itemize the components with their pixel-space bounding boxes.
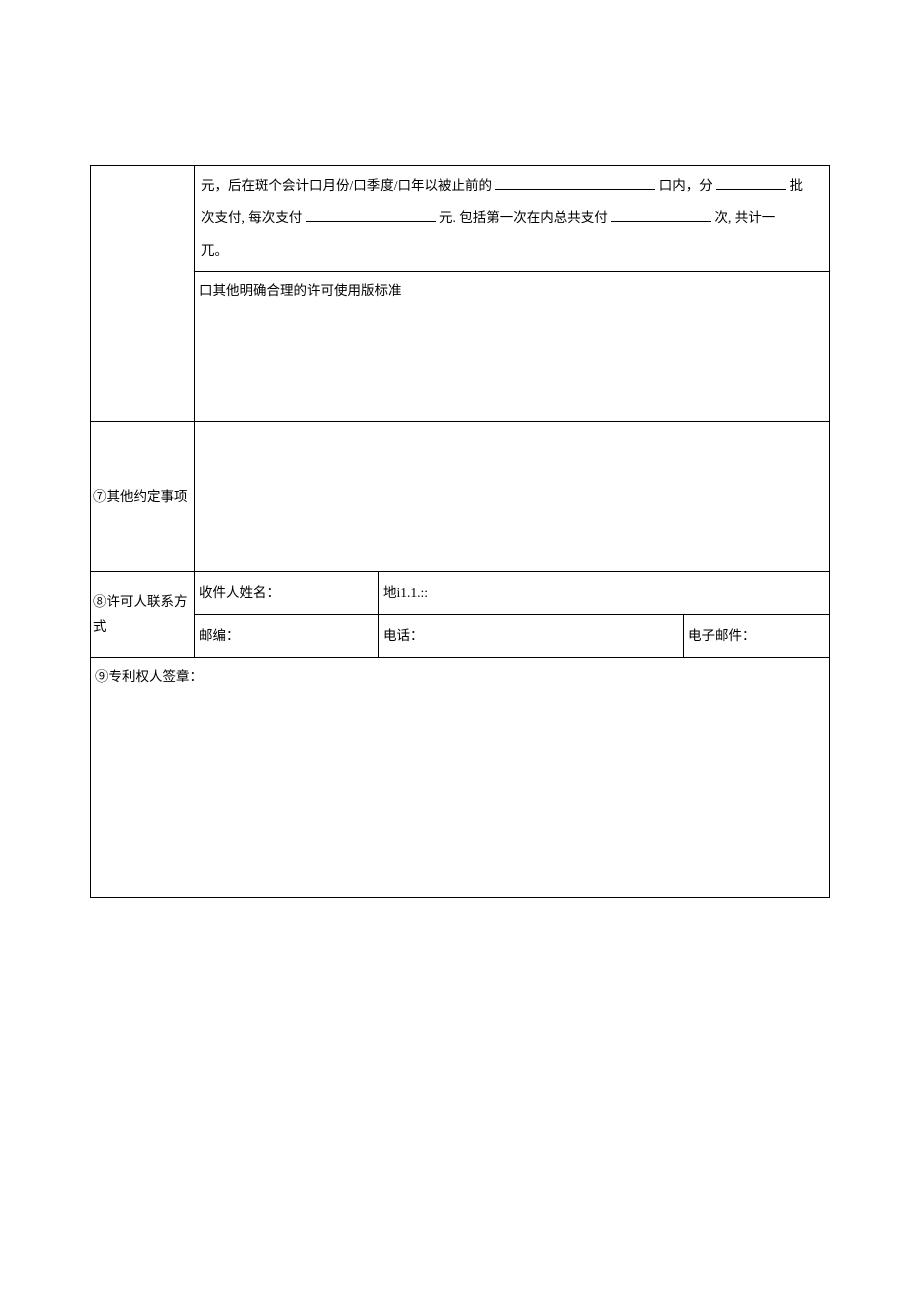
other-standard-label: 口其他明确合理的许可使用版标准 [199,283,402,298]
row7-content[interactable] [195,422,830,572]
row8-label: ⑧许可人联系方式 [91,572,195,657]
payment-text-5: 元. 包括第一次在内总共支付 [439,210,608,225]
other-standard-row: 口其他明确合理的许可使用版标准 [91,272,830,422]
payment-text-3: 批 [790,178,804,193]
payment-text-6: 次, 共计一 [715,210,776,225]
phone-cell[interactable]: 电话： [379,614,684,657]
signature-label: ⑨专利权人签章： [95,669,203,684]
phone-label: 电话： [383,628,424,643]
zip-label: 邮编： [199,628,240,643]
blank-batches[interactable] [716,176,786,190]
payment-text-7: 兀。 [201,243,228,258]
email-cell[interactable]: 电子邮件： [684,614,830,657]
signature-row: ⑨专利权人签章： [91,657,830,897]
row7-label: ⑦其他约定事项 [91,422,195,572]
document-page: 元，后在斑个会计口月份/口季度/口年以被止前的 口内，分 批 次支付, 每次支付… [0,0,920,898]
payment-text-4: 次支付, 每次支付 [201,210,302,225]
payment-text-cell: 元，后在斑个会计口月份/口季度/口年以被止前的 口内，分 批 次支付, 每次支付… [195,166,830,272]
contact-row-1: ⑧许可人联系方式 收件人姓名： 地i1.1.:: [91,572,830,615]
recipient-name-cell[interactable]: 收件人姓名： [195,572,379,615]
address-label: 地i1.1.:: [383,585,428,600]
blank-each-pay[interactable] [306,208,436,222]
address-cell[interactable]: 地i1.1.:: [379,572,830,615]
recipient-name-label: 收件人姓名： [199,585,280,600]
other-agreement-row: ⑦其他约定事项 [91,422,830,572]
blank-total-times[interactable] [611,208,711,222]
form-table: 元，后在斑个会计口月份/口季度/口年以被止前的 口内，分 批 次支付, 每次支付… [90,165,830,898]
payment-row: 元，后在斑个会计口月份/口季度/口年以被止前的 口内，分 批 次支付, 每次支付… [91,166,830,272]
other-standard-cell[interactable]: 口其他明确合理的许可使用版标准 [195,272,830,422]
blank-period[interactable] [495,176,655,190]
signature-cell[interactable]: ⑨专利权人签章： [91,657,830,897]
payment-text-1: 元，后在斑个会计口月份/口季度/口年以被止前的 [201,178,492,193]
contact-row-2: 邮编： 电话： 电子邮件： [91,614,830,657]
email-label: 电子邮件： [688,628,756,643]
zip-cell[interactable]: 邮编： [195,614,379,657]
payment-text-2: 口内，分 [659,178,713,193]
